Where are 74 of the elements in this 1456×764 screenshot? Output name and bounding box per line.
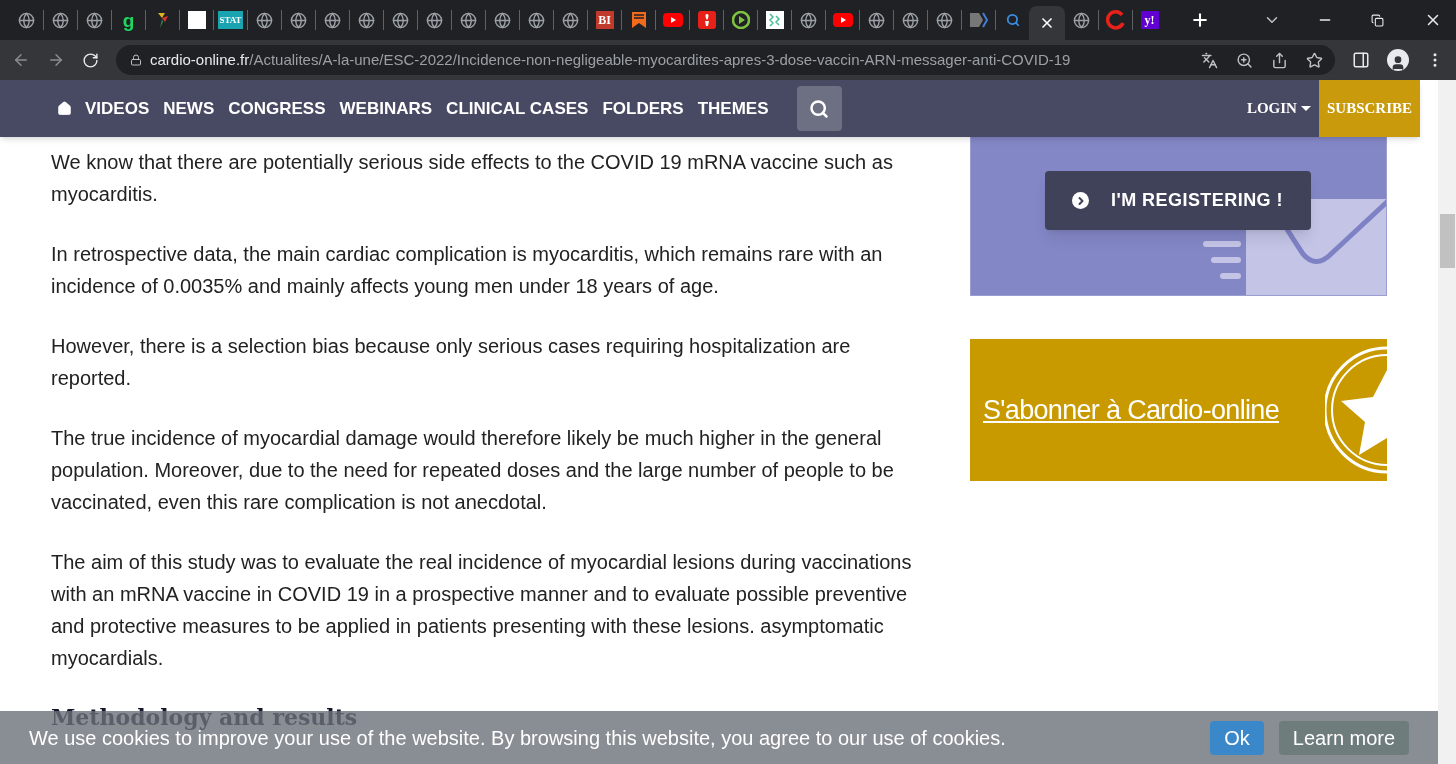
- nav-link[interactable]: FOLDERS: [602, 95, 684, 122]
- bookmark-icon: [630, 11, 647, 29]
- zoom-icon[interactable]: [1236, 51, 1253, 69]
- nav-link[interactable]: CLINICAL CASES: [446, 95, 589, 122]
- globe-icon: [358, 11, 375, 29]
- microphone-icon: [697, 11, 716, 29]
- login-button[interactable]: LOGIN: [1246, 97, 1311, 120]
- blank-square-icon: [187, 11, 206, 29]
- globe-icon: [392, 11, 409, 29]
- register-button[interactable]: I'M REGISTERING !: [1045, 171, 1311, 230]
- star-badge-icon: [1325, 345, 1387, 475]
- search-icon: [1005, 13, 1020, 27]
- close-icon[interactable]: [1039, 15, 1055, 31]
- article-paragraph: In retrospective data, the main cardiac complication is myocarditis, which remains rare with an incidence of 0.0035% and mainly affects young men under 18 years of age.: [51, 242, 884, 299]
- globe-icon: [52, 11, 69, 29]
- tab-favicon: y!: [1140, 11, 1159, 29]
- search-button[interactable]: [796, 86, 842, 131]
- globe-icon: [324, 11, 341, 29]
- nav-link[interactable]: THEMES: [697, 95, 769, 122]
- scrollbar[interactable]: [1438, 80, 1456, 764]
- globe-icon: [86, 11, 103, 29]
- globe-icon: [460, 11, 477, 29]
- article-paragraph: The true incidence of myocardial damage would therefore likely be much higher in the general population. Moreover, due to the need for repeated doses and the large number of people to be vaccinated, even this rare complication is not anecdotal.: [51, 426, 895, 515]
- bookmark-star-icon[interactable]: [1306, 51, 1323, 69]
- search-icon: [809, 98, 829, 119]
- cookie-message: We use cookies to improve your use of the website. By browsing this website, you agree to our use of cookies.: [29, 726, 1006, 751]
- share-icon[interactable]: [1271, 51, 1288, 69]
- pattern-icon: [765, 11, 784, 29]
- tab-favicon: BI: [595, 11, 614, 29]
- profile-avatar[interactable]: [1387, 49, 1409, 71]
- back-button[interactable]: [12, 51, 30, 69]
- learn-more-button[interactable]: Learn more: [1279, 720, 1409, 755]
- globe-icon: [426, 11, 443, 29]
- globe-icon: [800, 11, 817, 29]
- globe-icon: [18, 11, 35, 29]
- home-icon[interactable]: [57, 101, 72, 116]
- globe-icon: [868, 11, 885, 29]
- nav-link[interactable]: WEBINARS: [339, 95, 433, 122]
- restore-button[interactable]: [1371, 13, 1384, 27]
- globe-icon: [256, 11, 273, 29]
- globe-icon: [1073, 11, 1090, 29]
- globe-icon: [528, 11, 545, 29]
- video-play-icon: [662, 13, 683, 27]
- ring-icon: [1105, 10, 1126, 30]
- ok-button[interactable]: Ok: [1210, 720, 1264, 755]
- globe-icon: [936, 11, 953, 29]
- browser-tab[interactable]: y!: [1133, 0, 1166, 40]
- tab-favicon: g: [122, 10, 135, 30]
- play-icon: [731, 11, 750, 29]
- browser-tab[interactable]: g: [112, 0, 145, 40]
- nav-link[interactable]: NEWS: [163, 95, 215, 122]
- forward-button[interactable]: [47, 51, 65, 69]
- globe-icon: [494, 11, 511, 29]
- article-paragraph: However, there is a selection bias because only serious cases requiring hospitalization are reported.: [51, 334, 852, 391]
- browser-tab[interactable]: BI: [588, 0, 621, 40]
- reload-button[interactable]: [82, 51, 99, 69]
- globe-icon: [562, 11, 579, 29]
- translate-icon[interactable]: [1201, 51, 1218, 69]
- globe-icon: [902, 11, 919, 29]
- video-play-icon: [832, 13, 853, 27]
- article-paragraph: We know that there are potentially serious side effects to the COVID 19 mRNA vaccine such as myocarditis.: [51, 150, 894, 207]
- tab-favicon: STAT: [218, 11, 243, 29]
- globe-icon: [290, 11, 307, 29]
- article-paragraph: The aim of this study was to evaluate the real incidence of myocardial lesions during vaccinations with an mRNA vaccine in COVID 19 in a prospective manner and to evaluate possible preventive and protective measures to be applied in patients presenting with these lesions. asymptomatic myocardials.: [51, 550, 913, 671]
- browser-tab[interactable]: [1029, 6, 1065, 40]
- side-panel-icon[interactable]: [1352, 51, 1370, 69]
- address-bar[interactable]: cardio-online.fr/Actualites/A-la-une/ESC-2022/Incidence-non-negligeable-myocardites-apres-3-dose-vaccin-ARN-messager-anti-COVID-19: [116, 45, 1335, 75]
- caret-icon: [1300, 106, 1311, 111]
- url-text: cardio-online.fr/Actualites/A-la-une/ESC-2022/Incidence-non-negligeable-myocardites-apres-3-dose-vaccin-ARN-messager-anti-COVID-19: [150, 49, 1071, 70]
- plus-icon: [1190, 10, 1210, 30]
- nav-link[interactable]: VIDEOS: [85, 95, 150, 122]
- lock-icon: [130, 54, 142, 66]
- chevron-icon: [968, 11, 989, 29]
- nav-link[interactable]: CONGRESS: [228, 95, 326, 122]
